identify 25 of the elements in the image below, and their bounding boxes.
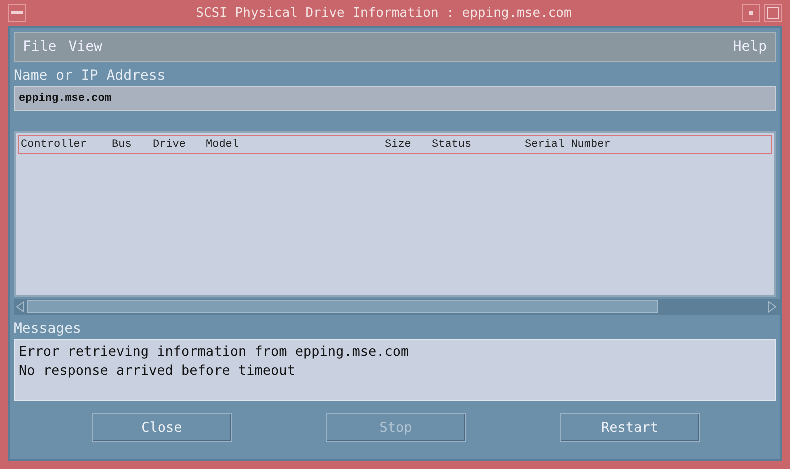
window-title: SCSI Physical Drive Information : epping.mse.com (195, 6, 573, 20)
menu-item[interactable]: Help (733, 39, 767, 55)
drive-list[interactable]: Controller Bus Drive Model Size Status Serial Number (14, 131, 776, 297)
column-header: Size (385, 138, 412, 150)
menu-item[interactable]: File (23, 39, 57, 55)
column-header: Drive (153, 138, 188, 150)
message-line: Error retrieving information from epping.mse.com (19, 343, 410, 362)
square-icon (767, 7, 779, 19)
field-label: Name or IP Address (14, 68, 166, 84)
column-header: Status (432, 138, 473, 150)
column-header: Controller (21, 138, 88, 150)
dialog-button[interactable]: Close (92, 413, 232, 442)
menu-item[interactable]: View (68, 39, 102, 55)
maximize-button[interactable] (764, 4, 782, 22)
dialog-button[interactable]: Restart (560, 413, 700, 442)
minimize-button[interactable] (742, 4, 760, 22)
message-line: No response arrived before timeout (19, 362, 296, 381)
horizontal-scrollbar[interactable] (14, 299, 780, 315)
column-header: Serial Number (525, 138, 612, 150)
minus-icon (11, 11, 23, 15)
column-header: Bus (112, 138, 133, 150)
messages-label: Messages (14, 321, 82, 337)
window-menu-button[interactable] (8, 4, 26, 22)
column-header: Model (206, 138, 240, 150)
address-field[interactable]: epping.mse.com (14, 86, 776, 111)
